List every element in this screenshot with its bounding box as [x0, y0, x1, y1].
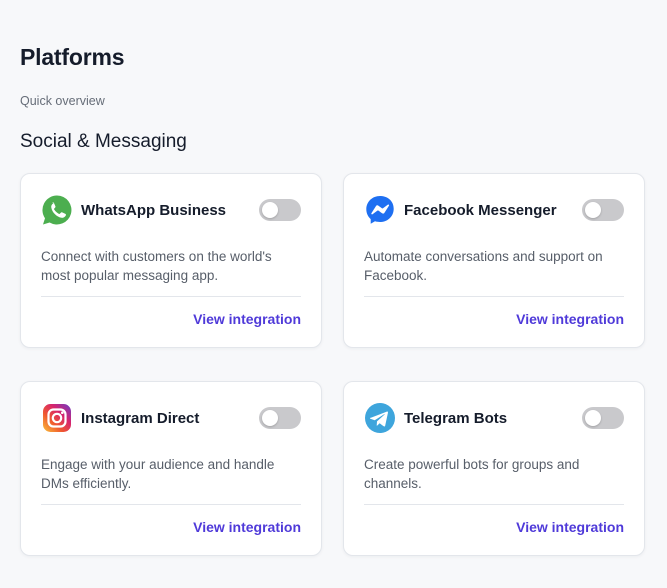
view-integration-link[interactable]: View integration [193, 519, 301, 535]
integration-card-telegram: Telegram Bots Create powerful bots for g… [343, 381, 645, 556]
section-title: Social & Messaging [20, 131, 187, 152]
toggle-knob [585, 202, 601, 218]
whatsapp-icon [42, 195, 72, 225]
toggle-knob [262, 410, 278, 426]
card-description: Connect with customers on the world's mo… [41, 249, 272, 283]
card-divider [41, 504, 301, 505]
card-title: Instagram Direct [81, 409, 200, 427]
card-title: WhatsApp Business [81, 201, 227, 219]
integration-card-messenger: Facebook Messenger Automate conversation… [343, 173, 645, 348]
telegram-icon [365, 403, 395, 433]
card-header: Facebook Messenger [364, 194, 624, 226]
toggle-knob [585, 410, 601, 426]
view-integration-link[interactable]: View integration [516, 311, 624, 327]
view-integration-link[interactable]: View integration [193, 311, 301, 327]
card-divider [41, 296, 301, 297]
card-description: Create powerful bots for groups and chan… [364, 457, 580, 491]
card-header: Instagram Direct [41, 402, 301, 434]
enable-toggle[interactable] [259, 199, 301, 221]
card-title: Telegram Bots [404, 409, 508, 427]
integration-card-whatsapp: WhatsApp Business Connect with customers… [20, 173, 322, 348]
instagram-icon [43, 404, 71, 432]
integration-card-instagram: Instagram Direct Engage with your audien… [20, 381, 322, 556]
card-description: Automate conversations and support on Fa… [364, 249, 603, 283]
card-divider [364, 296, 624, 297]
card-description: Engage with your audience and handle DMs… [41, 457, 275, 491]
page-subtitle: Quick overview [20, 94, 105, 108]
card-header: WhatsApp Business [41, 194, 301, 226]
view-integration-link[interactable]: View integration [516, 519, 624, 535]
messenger-icon [366, 196, 394, 224]
enable-toggle[interactable] [582, 407, 624, 429]
card-divider [364, 504, 624, 505]
enable-toggle[interactable] [259, 407, 301, 429]
enable-toggle[interactable] [582, 199, 624, 221]
toggle-knob [262, 202, 278, 218]
page-title: Platforms [20, 44, 125, 70]
card-header: Telegram Bots [364, 402, 624, 434]
card-title: Facebook Messenger [404, 201, 557, 219]
